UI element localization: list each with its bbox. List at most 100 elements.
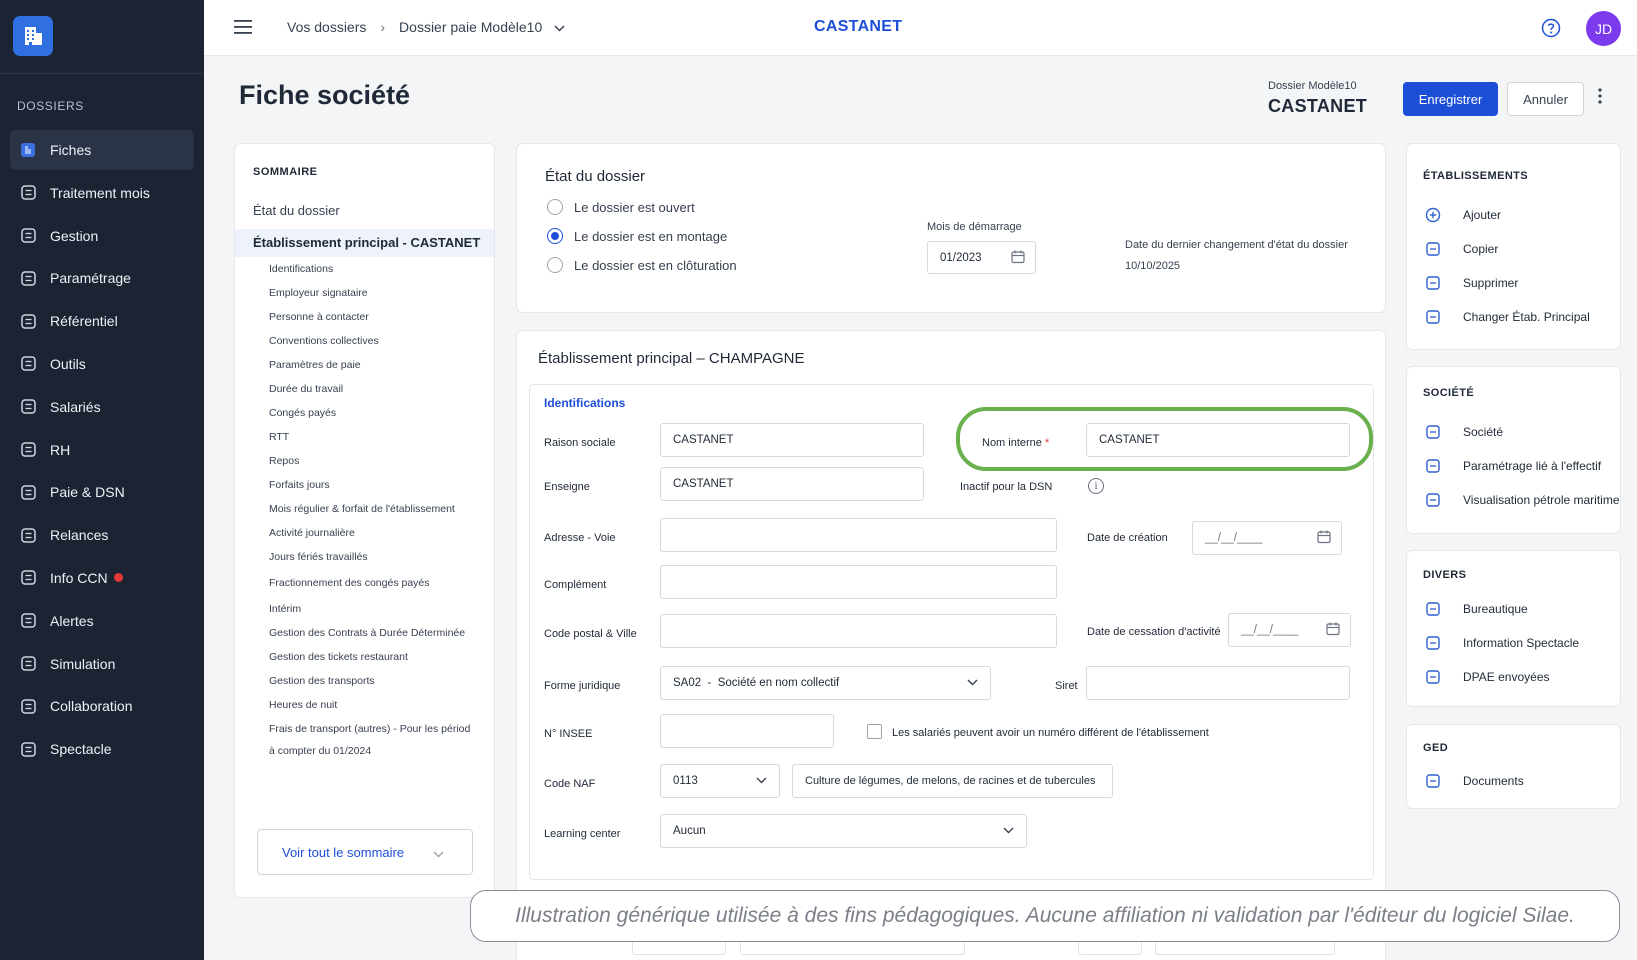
sidebar-item-relances[interactable]: Relances: [10, 515, 194, 555]
summary-link-etat[interactable]: État du dossier: [253, 203, 340, 218]
etat-radio-option[interactable]: Le dossier est en montage: [547, 228, 727, 244]
summary-sublink[interactable]: Frais de transport (autres) - Pour les p…: [269, 723, 470, 735]
siret-label: Siret: [1055, 680, 1078, 692]
summary-sublink[interactable]: Mois régulier & forfait de l'établisseme…: [269, 503, 455, 515]
sidebar-item-collaboration[interactable]: Collaboration: [10, 686, 194, 726]
learning-center-select[interactable]: Aucun: [660, 814, 1027, 848]
etablissement-title: Établissement principal – CHAMPAGNE: [538, 350, 805, 367]
summary-sublink[interactable]: Activité journalière: [269, 527, 355, 539]
siret-input[interactable]: [1086, 666, 1350, 700]
app-logo[interactable]: [13, 16, 53, 56]
sidebar-item-label: Collaboration: [50, 698, 133, 715]
help-icon[interactable]: [1541, 18, 1561, 43]
radio-label: Le dossier est ouvert: [574, 199, 695, 215]
info-icon: [19, 569, 37, 587]
sidebar-item-alertes[interactable]: Alertes: [10, 601, 194, 641]
see-all-summary-button[interactable]: Voir tout le sommaire: [257, 829, 473, 875]
calendar-icon[interactable]: [1317, 530, 1331, 547]
sidebar-item-référentiel[interactable]: Référentiel: [10, 301, 194, 341]
summary-sublink[interactable]: Conventions collectives: [269, 335, 379, 347]
action-copy[interactable]: Copier: [1425, 241, 1498, 257]
numero-different-checkbox[interactable]: [867, 724, 882, 739]
sidebar-item-outils[interactable]: Outils: [10, 344, 194, 384]
enseigne-input[interactable]: CASTANET: [660, 467, 924, 501]
calendar-icon[interactable]: [1326, 622, 1340, 639]
radio-button[interactable]: [547, 257, 563, 273]
summary-sublink[interactable]: Gestion des tickets restaurant: [269, 651, 408, 663]
nom-interne-text: Nom interne: [982, 437, 1042, 449]
etat-radio-option[interactable]: Le dossier est ouvert: [547, 199, 695, 215]
avatar[interactable]: JD: [1586, 11, 1621, 46]
action-plus-circle[interactable]: Ajouter: [1425, 207, 1501, 223]
summary-sublink[interactable]: Jours fériés travaillés: [269, 551, 368, 563]
sidebar-item-fiches[interactable]: Fiches: [10, 130, 194, 170]
calendar-icon[interactable]: [1011, 249, 1025, 266]
sidebar-item-label: Gestion: [50, 227, 99, 244]
sidebar-item-paie-dsn[interactable]: Paie & DSN: [10, 472, 194, 512]
sidebar-item-salariés[interactable]: Salariés: [10, 387, 194, 427]
action-effectif[interactable]: Paramétrage lié à l'effectif: [1425, 458, 1601, 474]
summary-sublink[interactable]: Durée du travail: [269, 383, 343, 395]
chevron-down-icon[interactable]: [554, 19, 565, 35]
summary-sublink[interactable]: Personne à contacter: [269, 311, 369, 323]
summary-sublink[interactable]: à compter du 01/2024: [269, 745, 371, 757]
action-dpae[interactable]: DPAE envoyées: [1425, 669, 1550, 685]
summary-sublink[interactable]: Identifications: [269, 263, 333, 275]
disclaimer-banner: Illustration générique utilisée à des fi…: [470, 890, 1620, 942]
summary-sublink[interactable]: Heures de nuit: [269, 699, 337, 711]
breadcrumb-current[interactable]: Dossier paie Modèle10: [399, 19, 542, 35]
more-options-icon[interactable]: [1598, 88, 1602, 109]
save-button[interactable]: Enregistrer: [1403, 82, 1498, 116]
complement-input[interactable]: [660, 565, 1057, 599]
nom-interne-input[interactable]: CASTANET: [1086, 423, 1350, 457]
action-ship[interactable]: Visualisation pétrole maritime: [1425, 492, 1620, 508]
cancel-button[interactable]: Annuler: [1507, 82, 1584, 116]
summary-sublink[interactable]: Gestion des transports: [269, 675, 375, 687]
insee-input[interactable]: [660, 714, 834, 748]
action-delete[interactable]: Supprimer: [1425, 275, 1518, 291]
action-company[interactable]: Société: [1425, 424, 1503, 440]
summary-sublink[interactable]: Intérim: [269, 603, 301, 615]
building-icon: [25, 27, 42, 45]
summary-sublink[interactable]: Paramètres de paie: [269, 359, 361, 371]
summary-sublink[interactable]: Forfaits jours: [269, 479, 330, 491]
etat-radio-option[interactable]: Le dossier est en clôturation: [547, 257, 737, 273]
summary-sublink[interactable]: Gestion des Contrats à Durée Déterminée: [269, 627, 465, 639]
sidebar-item-paramétrage[interactable]: Paramétrage: [10, 258, 194, 298]
mois-input[interactable]: 01/2023: [927, 241, 1036, 274]
summary-sublink[interactable]: Congés payés: [269, 407, 336, 419]
summary-sublink[interactable]: Repos: [269, 455, 299, 467]
ged-heading: GED: [1423, 742, 1449, 754]
sidebar-item-spectacle[interactable]: Spectacle: [10, 729, 194, 769]
action-label: Visualisation pétrole maritime: [1463, 493, 1620, 507]
sidebar-item-label: Traitement mois: [50, 184, 150, 201]
raison-sociale-input[interactable]: CASTANET: [660, 423, 924, 457]
radio-button[interactable]: [547, 199, 563, 215]
breadcrumb-root[interactable]: Vos dossiers: [287, 19, 366, 35]
code-naf-select[interactable]: 0113: [660, 764, 780, 798]
radio-button[interactable]: [547, 228, 563, 244]
date-creation-input[interactable]: __/__/____: [1192, 521, 1342, 555]
forme-juridique-select[interactable]: SA02 - Société en nom collectif: [660, 666, 991, 700]
action-office[interactable]: Bureautique: [1425, 601, 1528, 617]
code-postal-input[interactable]: [660, 614, 1057, 648]
sidebar-item-info-ccn[interactable]: Info CCN: [10, 558, 194, 598]
summary-link-active[interactable]: Établissement principal - CASTANET: [235, 229, 494, 257]
sidebar-item-traitement-mois[interactable]: Traitement mois: [10, 173, 194, 213]
sidebar-item-gestion[interactable]: Gestion: [10, 216, 194, 256]
action-folder[interactable]: Documents: [1425, 773, 1524, 789]
action-switch[interactable]: Changer Étab. Principal: [1425, 309, 1590, 325]
summary-sublink[interactable]: Fractionnement des congés payés: [269, 577, 430, 589]
sidebar-item-rh[interactable]: RH: [10, 430, 194, 470]
adresse-input[interactable]: [660, 518, 1057, 552]
identifications-link[interactable]: Identifications: [544, 396, 625, 410]
code-naf-label: Code NAF: [544, 778, 596, 790]
date-cessation-input[interactable]: __/__/____: [1228, 613, 1351, 647]
info-icon[interactable]: i: [1088, 478, 1104, 494]
menu-icon[interactable]: [234, 20, 252, 39]
summary-sublink[interactable]: RTT: [269, 431, 289, 443]
sidebar-item-simulation[interactable]: Simulation: [10, 644, 194, 684]
summary-sublink[interactable]: Employeur signataire: [269, 287, 368, 299]
page-title: Fiche société: [239, 80, 411, 110]
action-spectacle-book[interactable]: Information Spectacle: [1425, 635, 1579, 651]
